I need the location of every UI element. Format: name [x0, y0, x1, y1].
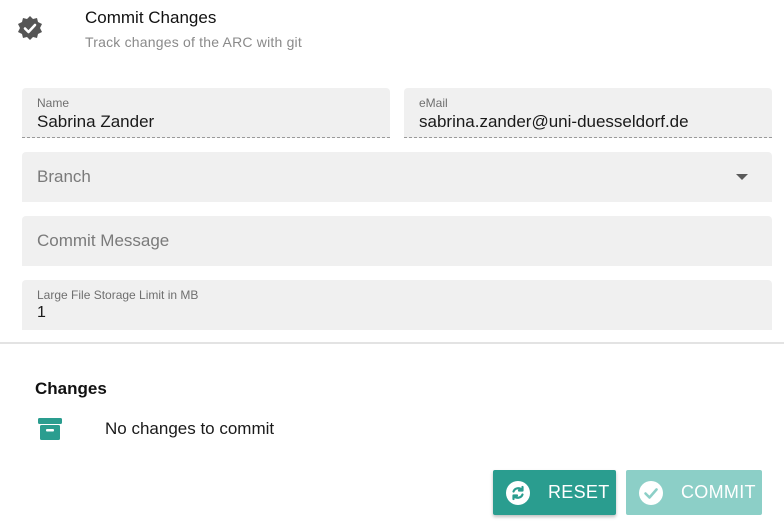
name-field[interactable]: Name Sabrina Zander	[22, 88, 390, 138]
chevron-down-icon	[736, 174, 748, 180]
branch-select[interactable]: Branch	[22, 152, 772, 202]
lfs-limit-input[interactable]: Large File Storage Limit in MB 1	[22, 280, 772, 330]
commit-message-input[interactable]: Commit Message	[22, 216, 772, 266]
commit-panel: Commit Changes Track changes of the ARC …	[0, 0, 784, 525]
page-subtitle: Track changes of the ARC with git	[85, 34, 302, 50]
name-field-label: Name	[37, 96, 70, 110]
no-changes-text: No changes to commit	[105, 419, 275, 438]
page-title: Commit Changes	[85, 8, 217, 27]
reset-button[interactable]: RESET	[493, 470, 616, 515]
changes-heading: Changes	[35, 379, 107, 398]
lfs-limit-label: Large File Storage Limit in MB	[37, 288, 199, 302]
reset-button-label: RESET	[548, 482, 610, 502]
commit-button[interactable]: COMMIT	[626, 470, 762, 515]
sync-icon	[506, 480, 530, 505]
email-field-value: sabrina.zander@uni-duesseldorf.de	[419, 112, 689, 131]
archive-icon	[38, 418, 62, 440]
branch-select-placeholder: Branch	[37, 167, 91, 186]
section-divider	[0, 342, 784, 344]
commit-message-placeholder: Commit Message	[37, 231, 170, 250]
name-field-value: Sabrina Zander	[37, 112, 155, 131]
email-field[interactable]: eMail sabrina.zander@uni-duesseldorf.de	[404, 88, 772, 138]
email-field-label: eMail	[419, 96, 448, 110]
lfs-limit-value: 1	[37, 304, 46, 321]
commit-button-label: COMMIT	[681, 482, 756, 502]
verified-badge-icon	[18, 16, 42, 40]
check-circle-icon	[639, 480, 663, 505]
